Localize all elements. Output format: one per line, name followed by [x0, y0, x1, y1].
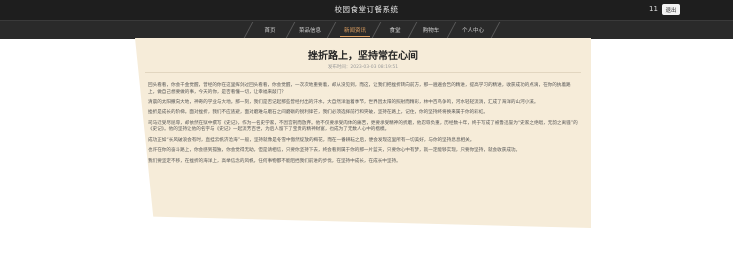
- nav-separator: [326, 22, 337, 38]
- article-title: 挫折路上，坚持常在心间: [308, 51, 418, 62]
- title-divider: [145, 72, 581, 73]
- nav-item-home[interactable]: 首页: [264, 21, 275, 39]
- article-publish-time: 发布时间：2023-03-03 08:19:51: [327, 65, 399, 70]
- main-navigation: 首页 菜品信息 新闻资讯 食堂 购物车 个人中心: [0, 20, 733, 39]
- nav-separator: [371, 22, 382, 38]
- nav-item-profile[interactable]: 个人中心: [462, 21, 484, 39]
- article-paragraph: 清晨的太阳撒向大地，神奇的学业与大地。那一刻，我们是否记起那些曾经付出的汗水，大…: [148, 99, 539, 105]
- logout-button[interactable]: 退出: [662, 4, 680, 15]
- article-body: 回头看看，你会千金觉醒，曾经的你在这里挥剑过回头看看，你会觉醒，一次次地重要着，…: [148, 83, 578, 169]
- nav-separator: [243, 22, 254, 38]
- article-paragraph: 回头看看，你会千金觉醒，曾经的你在这里挥剑过回头看看，你会觉醒，一次次地重要着，…: [148, 83, 571, 95]
- article-paragraph: 司马迁受尽屈辱，却依然在狱中撰写《史记》，作为一名史学家，不因宫刑而放弃。他不仅…: [148, 120, 578, 133]
- nav-item-dishes[interactable]: 菜品信息: [299, 21, 321, 39]
- nav-separator: [285, 22, 296, 38]
- article-paragraph: 成功正如“长风破浪会有时，直挂云帆济沧海”一般，坚持就像是冬雪中傲然绽放的梅花，…: [148, 137, 475, 143]
- nav-separator: [407, 22, 418, 38]
- nav-active-underline: [340, 36, 370, 37]
- article-paragraph: 我们要坚定不移，在挫折的海洋上，高举信念的风帆，任何事物都不能阻挡我们前进的步伐…: [148, 158, 401, 164]
- article-paragraph: 挫折是成长的阶梯。面对挫折，我们不应逃避，面对磨难与磨石之间磨砺的锐利锋芒，我们…: [148, 110, 488, 116]
- top-header-bar: 校园食堂订餐系统 11 退出: [0, 0, 733, 20]
- article-panel: 挫折路上，坚持常在心间 发布时间：2023-03-03 08:19:51 回头看…: [135, 38, 591, 228]
- nav-separator: [446, 22, 457, 38]
- nav-item-cart[interactable]: 购物车: [423, 21, 440, 39]
- user-count: 11: [649, 5, 658, 13]
- app-title: 校园食堂订餐系统: [334, 5, 399, 14]
- nav-separator: [490, 22, 501, 38]
- article-paragraph: 也许在你的奋斗路上，你会感到孤独，你会觉得无助，但是请相信，只要你坚持下去，终会…: [148, 148, 521, 154]
- nav-item-canteen[interactable]: 食堂: [389, 21, 400, 39]
